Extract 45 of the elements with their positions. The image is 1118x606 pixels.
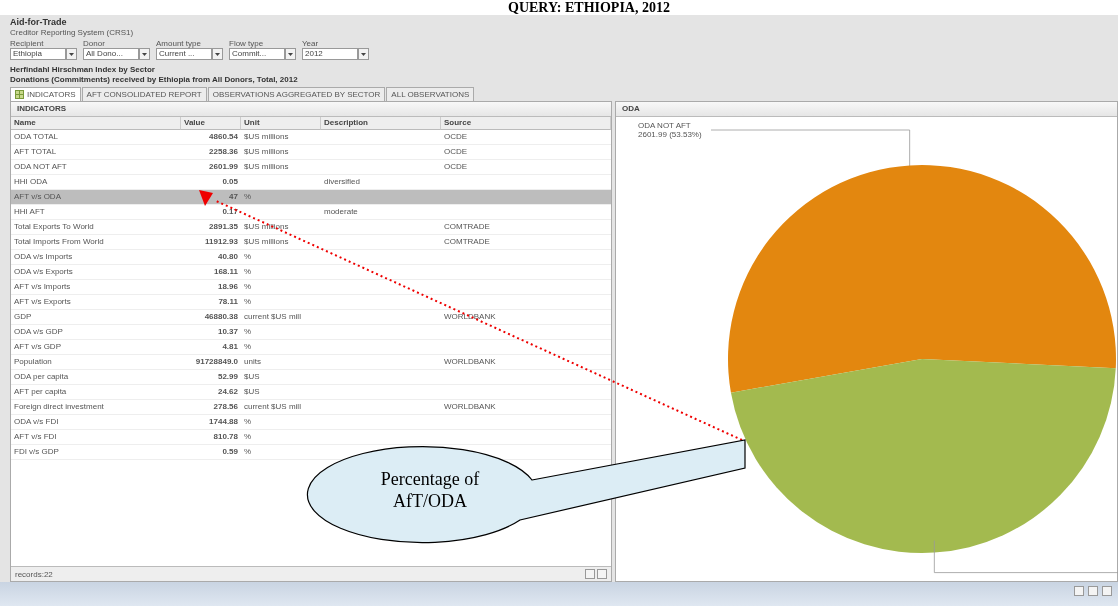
panel-title: ODA — [616, 102, 1117, 117]
refresh-button[interactable] — [597, 569, 607, 579]
app-title: Aid-for-Trade — [10, 17, 67, 27]
column-header[interactable]: Source — [441, 117, 611, 130]
export-button[interactable] — [585, 569, 595, 579]
dropdown-button[interactable] — [66, 48, 77, 60]
filter-field[interactable]: Commit... — [229, 48, 285, 60]
tab[interactable]: INDICATORS — [10, 87, 81, 101]
caret-icon — [361, 52, 366, 56]
filter-field[interactable]: Current ... — [156, 48, 212, 60]
caret-icon — [215, 52, 220, 56]
caret-icon — [142, 52, 147, 56]
callout-text: Percentage of AfT/ODA — [379, 468, 481, 512]
filter-label: Amount type — [156, 39, 201, 48]
table-cell: AFT v/s ODA — [11, 190, 181, 205]
record-count: records:22 — [15, 569, 53, 579]
grid-icon — [15, 90, 24, 99]
panel-title: INDICATORS — [11, 102, 611, 117]
document-title: QUERY: ETHIOPIA, 2012 — [508, 0, 670, 15]
report-heading: Herfindahl Hirschman Index by Sector — [10, 65, 155, 74]
column-header[interactable]: Name — [11, 117, 181, 130]
caret-icon — [288, 52, 293, 56]
filter-label: Flow type — [229, 39, 264, 48]
tab[interactable]: OBSERVATIONS AGGREGATED BY SECTOR — [207, 87, 386, 101]
app-subtitle: Creditor Reporting System (CRS1) — [10, 28, 134, 37]
report-heading: Donations (Commitments) received by Ethiopia from All Donors, Total, 2012 — [10, 75, 298, 84]
slice-label: 2601.99 (53.53%) — [638, 130, 702, 139]
filter-label: Donor — [83, 39, 105, 48]
column-header[interactable]: Unit — [241, 117, 321, 130]
filter-label: Recipient — [10, 39, 44, 48]
dropdown-button[interactable] — [212, 48, 223, 60]
filter-label: Year — [302, 39, 319, 48]
column-header[interactable]: Description — [321, 117, 441, 130]
dropdown-button[interactable] — [285, 48, 296, 60]
filter-field[interactable]: Ethiopia — [10, 48, 66, 60]
caret-icon — [69, 52, 74, 56]
dropdown-button[interactable] — [358, 48, 369, 60]
column-header[interactable]: Value — [181, 117, 241, 130]
tab[interactable]: ALL OBSERVATIONS — [386, 87, 475, 101]
slice-label: ODA NOT AFT — [638, 121, 692, 130]
filter-field[interactable]: 2012 — [302, 48, 358, 60]
tab[interactable]: AFT CONSOLIDATED REPORT — [81, 87, 207, 101]
table-cell: % — [241, 190, 321, 205]
dropdown-button[interactable] — [139, 48, 150, 60]
filter-field[interactable]: All Dono... — [83, 48, 139, 60]
